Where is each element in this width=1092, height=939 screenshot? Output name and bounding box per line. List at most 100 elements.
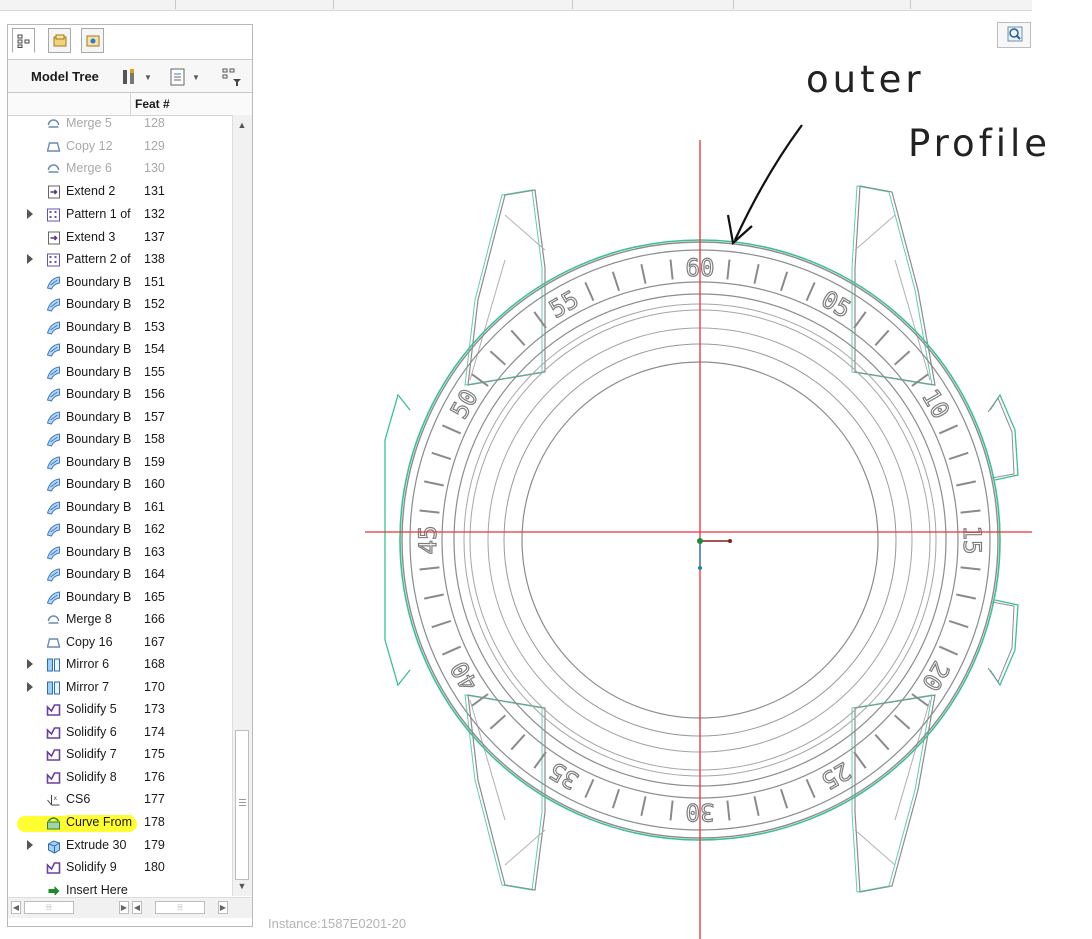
tree-row[interactable]: Extend 2 131 [8,181,232,203]
model-tree-tab-icon [17,34,29,48]
name-column-scroll-thumb[interactable]: ⦙⦙⦙ [24,901,74,914]
show-dropdown-button[interactable]: ▼ [168,66,200,88]
bezel-tick [894,350,911,366]
boundary-blend-icon [46,501,60,515]
tree-row[interactable]: Solidify 6 174 [8,722,232,744]
tree-row[interactable]: Merge 8 166 [8,609,232,631]
tree-row[interactable]: Boundary B 158 [8,429,232,451]
tree-row[interactable]: Boundary B 164 [8,564,232,586]
scroll-thumb[interactable] [235,730,249,880]
feat-column-scroll-thumb[interactable]: ⦙⦙⦙ [155,901,205,914]
expand-arrow-icon[interactable] [27,254,33,264]
model-tree-tab[interactable] [12,28,35,53]
tree-row[interactable]: Copy 16 167 [8,632,232,654]
expand-arrow-icon[interactable] [27,840,33,850]
expand-arrow-icon[interactable] [27,682,33,692]
feature-number: 158 [144,432,165,446]
tree-row[interactable]: Merge 6 130 [8,158,232,180]
scroll-up-icon[interactable]: ▲ [236,119,248,131]
top-toolbar-strip [0,0,1032,11]
settings-dropdown-button[interactable]: ▼ [120,66,152,88]
merge-icon [47,164,60,173]
tree-row[interactable]: Pattern 2 of 138 [8,249,232,271]
tree-row[interactable]: Pattern 1 of 132 [8,204,232,226]
tree-row[interactable]: Boundary B 155 [8,362,232,384]
feature-number: 157 [144,410,165,424]
tree-row[interactable]: Boundary B 156 [8,384,232,406]
tree-row[interactable]: Boundary B 165 [8,587,232,609]
tree-row[interactable]: Solidify 5 173 [8,699,232,721]
feature-number: 128 [144,116,165,130]
instance-label: Instance:1587E0201-20 [268,916,407,931]
scroll-right-icon[interactable]: ▶ [218,901,228,914]
vertical-scrollbar[interactable]: ▲ ▼ [232,115,252,896]
tree-row[interactable]: Curve From 178 [8,812,232,834]
panel-tabs [8,25,252,59]
scroll-right-icon[interactable]: ▶ [119,901,129,914]
feature-name: Boundary B [66,477,132,491]
tree-row[interactable]: Boundary B 160 [8,474,232,496]
expand-arrow-icon[interactable] [27,209,33,219]
lug-outline [467,694,546,891]
tree-row[interactable]: Mirror 7 170 [8,677,232,699]
tree-filter-button[interactable] [221,66,243,88]
horizontal-scrollbar[interactable]: ◀ ⦙⦙⦙ ▶ ◀ ⦙⦙⦙ ▶ [8,897,252,918]
folder-browser-tab[interactable] [48,28,71,53]
expand-arrow-icon[interactable] [27,659,33,669]
tree-row[interactable]: Boundary B 162 [8,519,232,541]
boundary-blend-icon [46,411,60,425]
annotation-arrow-head [726,214,753,246]
feature-number: 164 [144,567,165,581]
tree-row[interactable]: Boundary B 161 [8,497,232,519]
bezel-tick [669,259,674,280]
feature-number: 151 [144,275,165,289]
boundary-blend-icon [46,456,60,470]
feature-number: 173 [144,702,165,716]
copy-icon [46,142,61,152]
favorites-tab[interactable] [81,28,104,53]
feature-name: Merge 5 [66,116,112,130]
boundary-blend-icon [46,523,60,537]
chevron-down-icon: ▼ [144,72,152,82]
tree-row[interactable]: Extend 3 137 [8,227,232,249]
tree-row[interactable]: Extrude 30 179 [8,835,232,857]
tree-row[interactable]: Insert Here [8,880,232,895]
tree-row[interactable]: Boundary B 152 [8,294,232,316]
boundary-blend-icon [46,433,60,447]
tree-row[interactable]: x CS6 177 [8,789,232,811]
tree-row[interactable]: Boundary B 154 [8,339,232,361]
zoom-button[interactable] [997,22,1031,48]
scroll-down-icon[interactable]: ▼ [236,880,248,892]
merge-icon [47,119,60,128]
tools-icon [123,69,134,84]
annotation-arrow [726,124,803,246]
crown-guard-lower-inner [987,601,1015,684]
bezel-tick [948,451,969,460]
tree-row[interactable]: Solidify 8 176 [8,767,232,789]
tree-row[interactable]: Boundary B 163 [8,542,232,564]
tree-row[interactable]: Boundary B 159 [8,452,232,474]
tree-row[interactable]: Copy 12 129 [8,136,232,158]
bezel-tick [780,271,789,292]
tree-row[interactable]: Solidify 7 175 [8,744,232,766]
annotation-text-profile: Profile [908,122,1052,165]
lug-outline [854,185,936,386]
scroll-left-icon[interactable]: ◀ [11,901,21,914]
mirror-icon [47,658,60,672]
bezel-ring [453,293,947,787]
tree-row[interactable]: Merge 5 128 [8,115,232,135]
tree-row[interactable]: Solidify 9 180 [8,857,232,879]
bezel-tick [533,311,547,329]
feat-number-column-header[interactable]: Feat # [135,97,170,111]
left-flank-profile [384,393,411,687]
tree-row[interactable]: Boundary B 151 [8,272,232,294]
tree-row[interactable]: Boundary B 157 [8,407,232,429]
scroll-left-icon[interactable]: ◀ [132,901,142,914]
feature-number: 137 [144,230,165,244]
toolbar-title: Model Tree [31,69,99,84]
tree-row[interactable]: Mirror 6 168 [8,654,232,676]
bezel-tick [431,451,452,460]
feature-name: Copy 12 [66,139,113,153]
tree-row[interactable]: Boundary B 153 [8,317,232,339]
bezel-tick-marks [419,259,981,821]
